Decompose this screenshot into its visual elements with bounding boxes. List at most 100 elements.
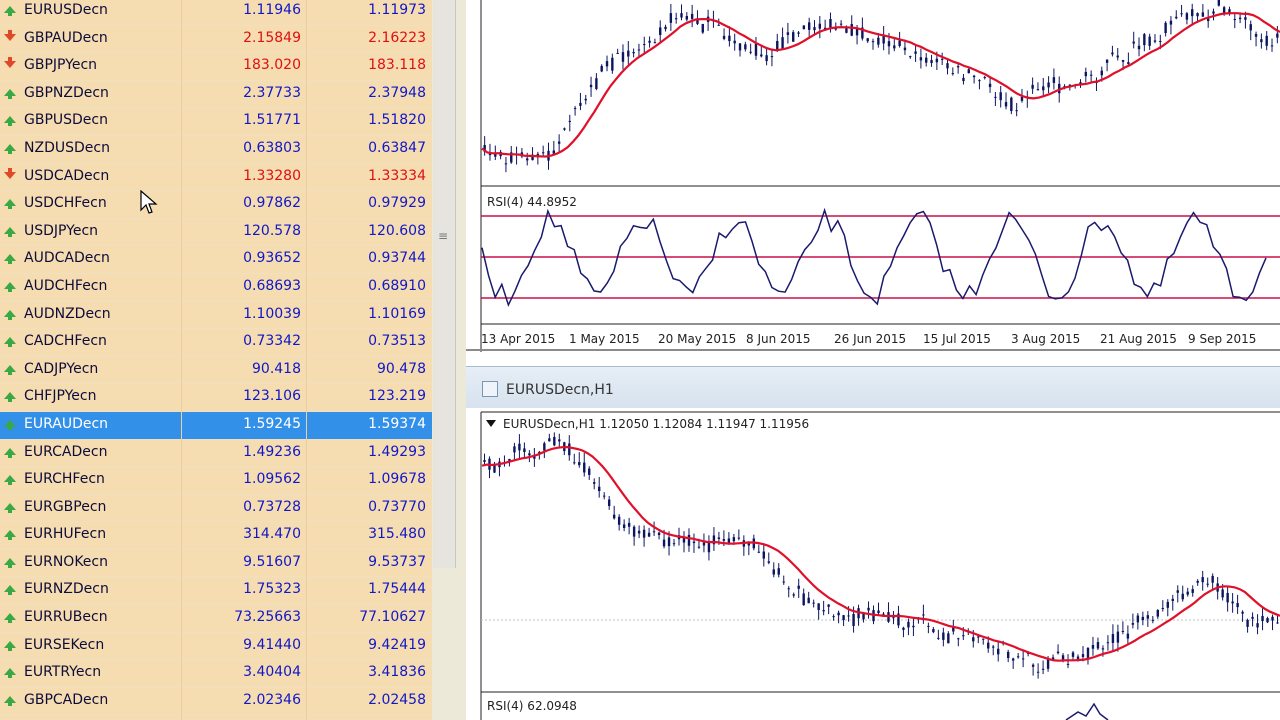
market-watch-row[interactable]: EURNOKecn 9.51607 9.53737	[0, 550, 432, 578]
candle-body	[1020, 96, 1024, 101]
market-watch-row[interactable]: EURCHFecn 1.09562 1.09678	[0, 467, 432, 495]
candle-body	[839, 23, 843, 25]
market-watch-row[interactable]: AUDCADecn 0.93652 0.93744	[0, 246, 432, 274]
candle-body	[687, 534, 691, 546]
candle-body	[707, 542, 711, 553]
bid-price: 1.10039	[243, 305, 301, 322]
market-watch-row[interactable]: GBPAUDecn 2.15849 2.16223	[0, 26, 432, 54]
arrow-up-icon	[4, 199, 16, 210]
arrow-up-icon	[4, 364, 16, 375]
candle-body	[611, 57, 614, 71]
symbol-name: EURNOKecn	[24, 553, 108, 570]
bid-price: 1.51771	[243, 112, 301, 129]
candle-body	[1081, 654, 1085, 657]
arrow-down-icon	[4, 57, 16, 69]
candle-body	[1010, 97, 1013, 112]
arrow-up-icon	[4, 613, 16, 624]
candle-body	[822, 610, 825, 612]
candle-body	[797, 32, 800, 34]
candle-body	[1066, 663, 1070, 665]
date-axis: 13 Apr 2015 1 May 2015 20 May 2015 8 Jun 20…	[481, 332, 1256, 346]
candle-body	[1186, 591, 1189, 595]
market-watch-row[interactable]: EURGBPecn 0.73728 0.73770	[0, 495, 432, 523]
candle-body	[548, 438, 551, 442]
market-watch-row[interactable]: AUDNZDecn 1.10039 1.10169	[0, 302, 432, 330]
candle-body	[732, 537, 736, 542]
market-watch-row[interactable]: USDJPYecn 120.578 120.608	[0, 219, 432, 247]
candle-body	[1126, 633, 1130, 639]
candle-body	[1212, 11, 1215, 14]
market-watch-panel: EURUSDecn 1.11946 1.11973 GBPAUDecn 2.15849 2…	[0, 0, 432, 720]
chart-window-top[interactable]: RSI(4) 44.8952 13 Apr 2015 1 May 2015 20 M…	[466, 0, 1280, 366]
market-watch-row[interactable]: EURCADecn 1.49236 1.49293	[0, 440, 432, 468]
symbol-name: USDCADecn	[24, 167, 110, 184]
market-watch-row[interactable]: GBPNZDecn 2.37733 2.37948	[0, 81, 432, 109]
market-watch-row[interactable]: USDCADecn 1.33280 1.33334	[0, 164, 432, 192]
candle-body	[632, 526, 636, 537]
market-watch-row[interactable]: USDCHFecn 0.97862 0.97929	[0, 191, 432, 219]
market-watch-row[interactable]: GBPUSDecn 1.51771 1.51820	[0, 108, 432, 136]
rsi-label-top: RSI(4) 44.8952	[487, 195, 577, 209]
candle-body	[1031, 84, 1034, 89]
symbol-name: USDJPYecn	[24, 222, 99, 239]
market-watch-row[interactable]: CHFJPYecn 123.106 123.219	[0, 384, 432, 412]
scrollbar[interactable]	[433, 0, 456, 568]
market-watch-row[interactable]: EURHUFecn 314.470 315.480	[0, 522, 432, 550]
market-watch-row[interactable]: GBPCADecn 2.02346 2.02458	[0, 688, 432, 716]
candle-body	[558, 439, 561, 442]
candle-body	[749, 51, 752, 53]
symbol-name: AUDCHFecn	[24, 277, 108, 294]
market-watch-row[interactable]: EURNZDecn 1.75323 1.75444	[0, 577, 432, 606]
candle-body	[1042, 86, 1045, 91]
market-watch-row[interactable]: EURSEKecn 9.41440 9.42419	[0, 633, 432, 661]
chart-canvas-bottom[interactable]: EURUSDecn,H1 1.12050 1.12084 1.11947 1.1…	[466, 408, 1280, 720]
candle-body	[1251, 616, 1254, 619]
market-watch-row[interactable]: EURRUBecn 73.25663 77.10627	[0, 605, 432, 633]
market-watch-row[interactable]: EURAUDecn 1.59245 1.59374	[0, 411, 432, 440]
grip-icon[interactable]: ≡	[438, 230, 448, 242]
candle-body	[786, 32, 790, 35]
bid-price: 2.15849	[243, 29, 301, 46]
candle-body	[717, 24, 720, 26]
market-watch-row[interactable]: AUDCHFecn 0.68693 0.68910	[0, 274, 432, 302]
market-watch-row[interactable]: CADJPYecn 90.418 90.478	[0, 357, 432, 385]
market-watch-row[interactable]: CADCHFecn 0.73342 0.73513	[0, 329, 432, 357]
candle-body	[504, 163, 508, 165]
candle-body	[932, 629, 935, 633]
candle-body	[568, 120, 571, 122]
candle-body	[541, 152, 545, 154]
candle-body	[912, 625, 915, 628]
market-watch-row[interactable]: EURUSDecn 1.11946 1.11973	[0, 0, 432, 26]
candle-body	[1111, 52, 1114, 55]
candle-body	[1015, 110, 1018, 112]
ask-price: 90.478	[377, 360, 426, 377]
candle-body	[637, 49, 641, 51]
candle-body	[855, 29, 859, 36]
ask-price: 1.51820	[368, 112, 426, 129]
bid-price: 120.578	[243, 222, 301, 239]
chart-canvas-top[interactable]: RSI(4) 44.8952 13 Apr 2015 1 May 2015 20 M…	[466, 0, 1280, 366]
candle-body	[1004, 102, 1008, 107]
candle-body	[1265, 35, 1268, 46]
candle-body	[1056, 651, 1060, 654]
candle-body	[987, 642, 990, 649]
chart-window-bottom[interactable]: EURUSDecn,H1 1.12050 1.12084 1.11947 1.1…	[466, 408, 1280, 720]
candle-body	[807, 597, 810, 604]
candle-body	[1096, 642, 1100, 649]
chart-window-titlebar[interactable]: EURUSDecn,H1	[466, 366, 1280, 409]
candle-body	[1141, 616, 1145, 621]
market-watch-row[interactable]: EURTRYecn 3.40404 3.41836	[0, 660, 432, 688]
bid-price: 0.93652	[243, 250, 301, 267]
market-watch-row[interactable]: NZDUSDecn 0.63803 0.63847	[0, 136, 432, 164]
candle-body	[1175, 16, 1178, 19]
bid-price: 2.02346	[243, 691, 301, 708]
candle-body	[1084, 71, 1088, 77]
candle-body	[802, 25, 806, 30]
ask-price: 0.73770	[368, 498, 426, 515]
arrow-up-icon	[4, 254, 16, 265]
ask-price: 0.68910	[368, 277, 426, 294]
candle-body	[919, 57, 923, 61]
market-watch-row[interactable]: GBPJPYecn 183.020 183.118	[0, 53, 432, 81]
candle-body	[1185, 13, 1189, 20]
symbol-name: EURHUFecn	[24, 526, 107, 543]
